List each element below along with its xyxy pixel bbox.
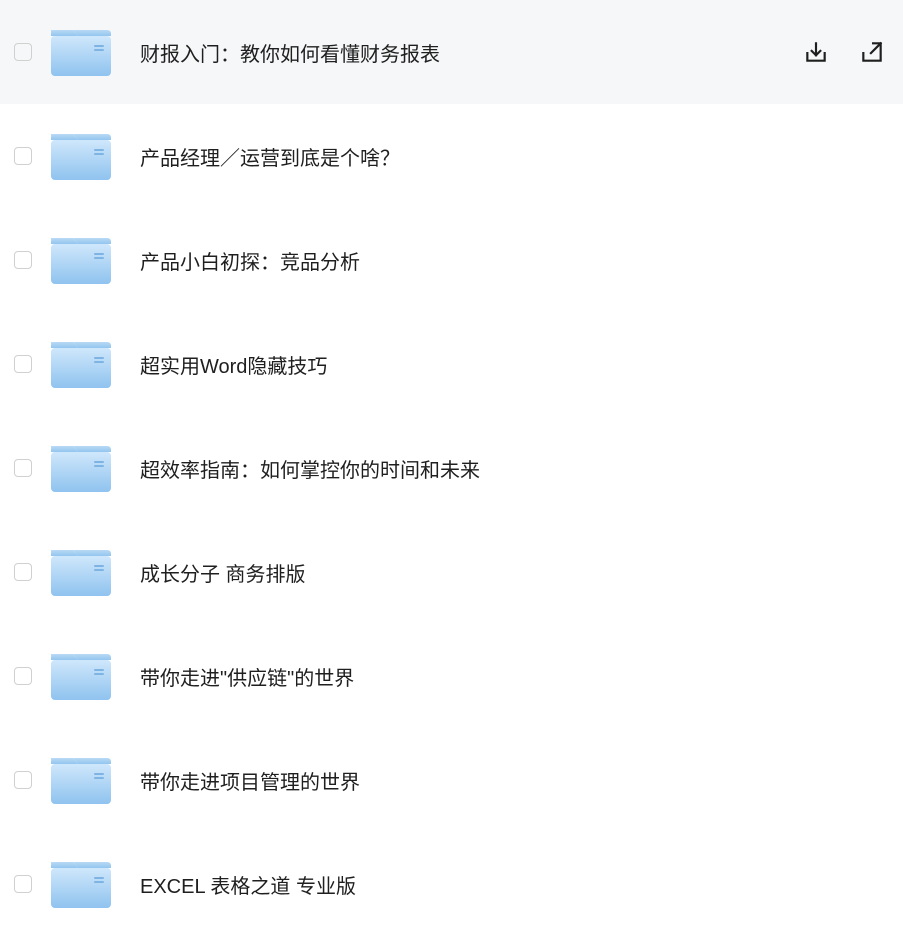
select-checkbox[interactable] [14, 251, 32, 269]
file-row[interactable]: 财报入门：教你如何看懂财务报表 [0, 0, 903, 104]
select-checkbox[interactable] [14, 563, 32, 581]
file-name[interactable]: 成长分子 商务排版 [140, 558, 893, 587]
file-row[interactable]: 成长分子 商务排版 [0, 520, 903, 624]
select-checkbox[interactable] [14, 147, 32, 165]
file-name[interactable]: 带你走进项目管理的世界 [140, 766, 893, 795]
file-row[interactable]: 产品小白初探：竞品分析 [0, 208, 903, 312]
select-checkbox[interactable] [14, 459, 32, 477]
folder-icon [48, 441, 114, 495]
select-checkbox[interactable] [14, 43, 32, 61]
select-checkbox[interactable] [14, 771, 32, 789]
file-name[interactable]: 带你走进"供应链"的世界 [140, 662, 893, 691]
folder-icon [48, 129, 114, 183]
folder-icon [48, 649, 114, 703]
file-row[interactable]: 超效率指南：如何掌控你的时间和未来 [0, 416, 903, 520]
file-name[interactable]: 产品经理／运营到底是个啥？ [140, 142, 893, 171]
file-list: 财报入门：教你如何看懂财务报表 产品经理／运营到底是个啥？ [0, 0, 903, 936]
file-row[interactable]: 产品经理／运营到底是个啥？ [0, 104, 903, 208]
folder-icon [48, 545, 114, 599]
file-row[interactable]: 带你走进"供应链"的世界 [0, 624, 903, 728]
file-actions [803, 39, 885, 65]
file-name[interactable]: 财报入门：教你如何看懂财务报表 [140, 38, 803, 67]
select-checkbox[interactable] [14, 875, 32, 893]
file-row[interactable]: 超实用Word隐藏技巧 [0, 312, 903, 416]
file-name[interactable]: 产品小白初探：竞品分析 [140, 246, 893, 275]
download-icon[interactable] [803, 39, 829, 65]
share-icon[interactable] [859, 39, 885, 65]
file-row[interactable]: EXCEL 表格之道 专业版 [0, 832, 903, 936]
folder-icon [48, 25, 114, 79]
folder-icon [48, 753, 114, 807]
folder-icon [48, 337, 114, 391]
file-name[interactable]: 超效率指南：如何掌控你的时间和未来 [140, 454, 893, 483]
file-row[interactable]: 带你走进项目管理的世界 [0, 728, 903, 832]
folder-icon [48, 857, 114, 911]
file-name[interactable]: EXCEL 表格之道 专业版 [140, 870, 893, 899]
file-name[interactable]: 超实用Word隐藏技巧 [140, 350, 893, 379]
select-checkbox[interactable] [14, 667, 32, 685]
folder-icon [48, 233, 114, 287]
select-checkbox[interactable] [14, 355, 32, 373]
